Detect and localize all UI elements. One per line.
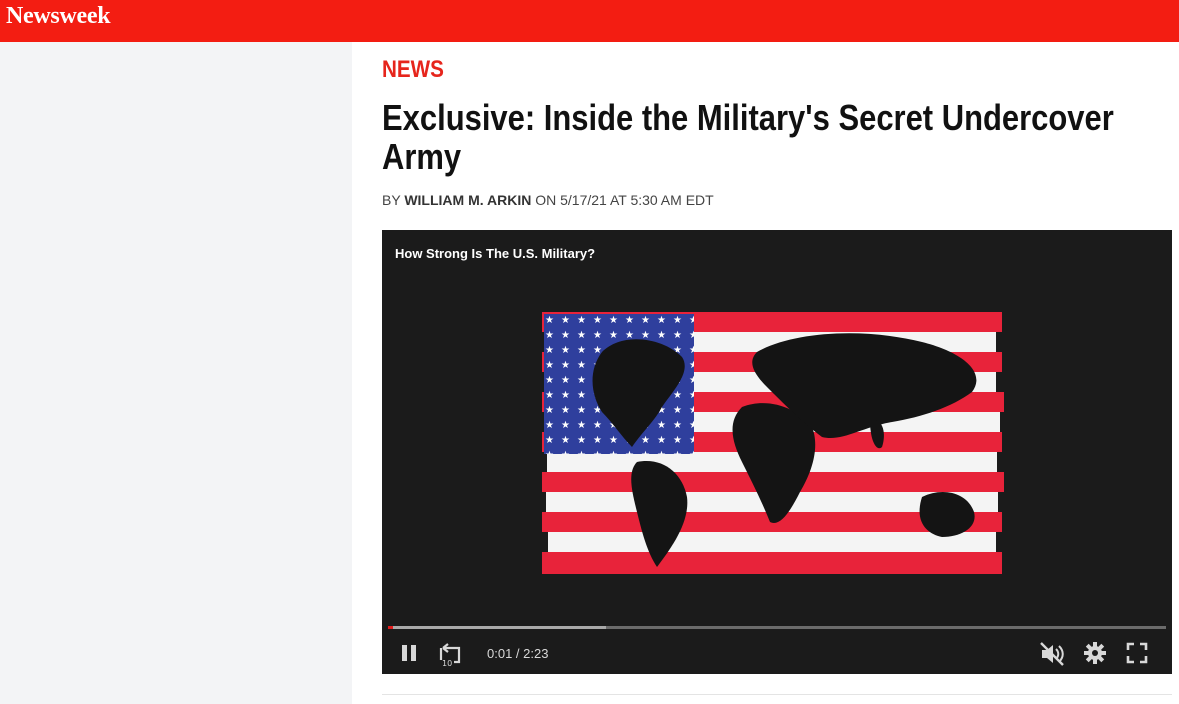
byline-by: BY <box>382 192 401 208</box>
progress-played <box>388 626 394 629</box>
time-separator: / <box>512 646 524 661</box>
newsweek-logo[interactable]: Newsweek <box>6 3 111 30</box>
left-sidebar <box>0 42 352 704</box>
flag-world-map-image: ★ <box>542 312 1004 574</box>
fullscreen-button[interactable] <box>1126 642 1148 664</box>
byline-date: ON 5/17/21 AT 5:30 AM EDT <box>535 192 714 208</box>
gear-icon <box>1084 642 1106 664</box>
pause-button[interactable] <box>398 642 420 664</box>
svg-text:10: 10 <box>442 659 452 668</box>
replay-10-button[interactable]: 10 <box>438 640 466 668</box>
video-player[interactable]: How Strong Is The U.S. Military? ★ <box>382 230 1172 674</box>
content-divider <box>382 694 1172 695</box>
section-label[interactable]: NEWS <box>382 56 444 84</box>
byline: BY WILLIAM M. ARKIN ON 5/17/21 AT 5:30 A… <box>382 192 714 208</box>
pause-icon <box>402 645 416 661</box>
progress-buffered <box>388 626 606 629</box>
mute-button[interactable] <box>1038 640 1066 668</box>
settings-button[interactable] <box>1082 640 1108 666</box>
video-progress-bar[interactable] <box>388 626 1166 629</box>
article-headline: Exclusive: Inside the Military's Secret … <box>382 97 1114 177</box>
site-header: Newsweek <box>0 0 1179 42</box>
replay-10-icon: 10 <box>439 643 461 668</box>
time-readout: 0:01 / 2:23 <box>487 646 548 661</box>
fullscreen-icon <box>1126 642 1148 664</box>
current-time: 0:01 <box>487 646 513 661</box>
duration: 2:23 <box>523 646 549 661</box>
volume-muted-icon <box>1040 642 1064 666</box>
byline-author[interactable]: WILLIAM M. ARKIN <box>404 192 531 208</box>
video-title: How Strong Is The U.S. Military? <box>395 246 596 261</box>
